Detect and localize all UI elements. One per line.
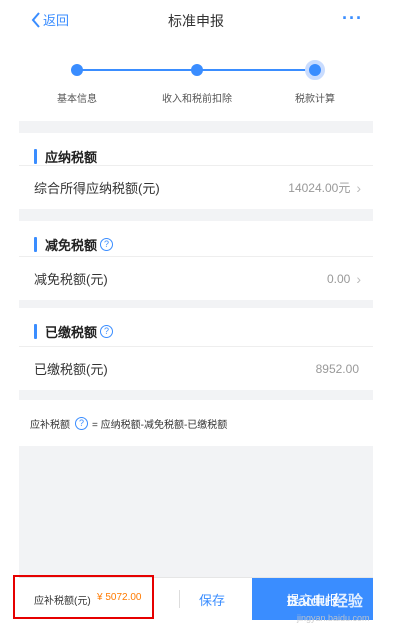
section-gap bbox=[19, 209, 373, 221]
help-icon[interactable]: ? bbox=[75, 416, 88, 430]
section-title: 应纳税额 bbox=[45, 149, 98, 165]
row-label: 已缴税额(元) bbox=[34, 362, 108, 377]
progress-stepper: 基本信息 收入和税前扣除 税款计算 bbox=[19, 50, 373, 112]
section-marker bbox=[34, 236, 37, 252]
step-dot-tax-calc bbox=[305, 60, 325, 80]
step-dot-income bbox=[191, 64, 203, 76]
step-label-basic-info[interactable]: 基本信息 bbox=[57, 90, 97, 105]
annotation-highlight-box bbox=[13, 575, 154, 619]
step-dot-basic-info bbox=[71, 64, 83, 76]
section-marker bbox=[34, 148, 37, 164]
divider bbox=[179, 590, 180, 608]
step-label-income[interactable]: 收入和税前扣除 bbox=[162, 90, 232, 105]
section-gap bbox=[19, 121, 373, 133]
row-tax-paid: 已缴税额(元) 8952.00 bbox=[19, 346, 373, 390]
section-title: 减免税额 bbox=[45, 237, 98, 253]
section-gap bbox=[19, 390, 373, 400]
empty-area bbox=[19, 446, 373, 577]
row-value: 0.00 bbox=[326, 271, 351, 286]
chevron-right-icon: › bbox=[356, 179, 361, 196]
row-label: 减免税额(元) bbox=[34, 272, 108, 287]
help-icon[interactable]: ? bbox=[100, 324, 114, 338]
step-label-tax-calc[interactable]: 税款计算 bbox=[295, 90, 335, 105]
row-tax-payable[interactable]: 综合所得应纳税额(元) 14024.00元 › bbox=[19, 165, 373, 209]
formula-note: 应补税额 ? = 应纳税额-减免税额-已缴税额 bbox=[19, 400, 373, 446]
row-value: 14024.00元 bbox=[288, 181, 351, 195]
formula-expression: = 应纳税额-减免税额-已缴税额 bbox=[92, 419, 228, 431]
tax-declaration-screen: 返回 标准申报 ··· 基本信息 收入和税前扣除 税款计算 应纳税额 综合所得应… bbox=[19, 0, 373, 641]
row-label: 综合所得应纳税额(元) bbox=[34, 181, 160, 196]
row-value: 8952.00 bbox=[315, 361, 359, 376]
more-options-icon[interactable]: ··· bbox=[342, 8, 363, 29]
submit-label: 提交申报 bbox=[286, 592, 339, 608]
submit-button[interactable]: 提交申报 bbox=[252, 578, 373, 620]
help-icon[interactable]: ? bbox=[100, 237, 114, 251]
formula-label: 应补税额 bbox=[30, 419, 70, 431]
page-title: 标准申报 bbox=[168, 13, 224, 29]
row-tax-relief[interactable]: 减免税额(元) 0.00 › bbox=[19, 256, 373, 300]
save-button[interactable]: 保存 bbox=[199, 590, 225, 609]
header: 返回 标准申报 ··· bbox=[19, 0, 373, 40]
section-title: 已缴税额 bbox=[45, 324, 98, 340]
chevron-right-icon: › bbox=[356, 270, 361, 287]
section-marker bbox=[34, 323, 37, 339]
